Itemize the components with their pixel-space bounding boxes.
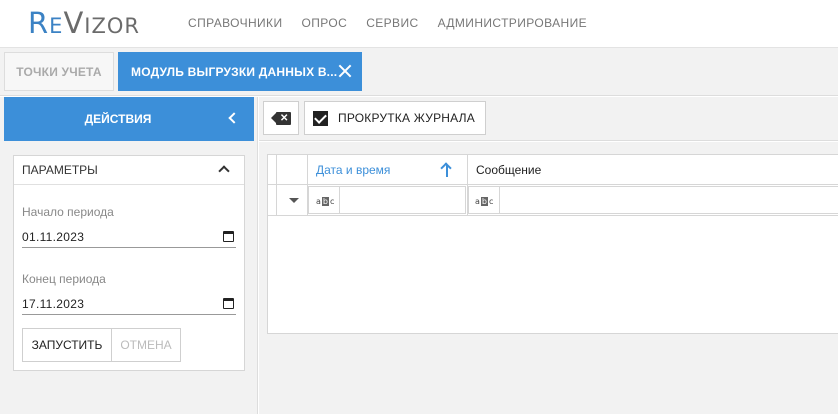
close-icon[interactable]	[337, 63, 353, 79]
end-period-input[interactable]: 17.11.2023	[22, 293, 236, 315]
sort-ascending-icon[interactable]	[440, 162, 453, 178]
tab-data-export-module[interactable]: МОДУЛЬ ВЫГРУЗКИ ДАННЫХ В...	[118, 52, 362, 91]
log-grid: Дата и время Сообщение abc abc	[267, 154, 838, 334]
message-filter-input[interactable]: abc	[468, 186, 838, 214]
backspace-icon: ✕	[271, 111, 291, 125]
column-header-label: Сообщение	[476, 163, 542, 177]
grid-header-row: Дата и время Сообщение	[268, 155, 838, 216]
menu-item-administration[interactable]: АДМИНИСТРИРОВАНИЕ	[438, 16, 587, 30]
params-buttons: ЗАПУСТИТЬ ОТМЕНА	[22, 328, 181, 362]
start-period-label: Начало периода	[22, 205, 114, 219]
top-bar: R E V IZOR СПРАВОЧНИКИ ОПРОС СЕРВИС АДМИНИС…	[0, 0, 838, 48]
tab-label: ТОЧКИ УЧЕТА	[16, 64, 102, 79]
run-button[interactable]: ЗАПУСТИТЬ	[22, 328, 112, 362]
scroll-log-label: ПРОКРУТКА ЖУРНАЛА	[338, 111, 475, 125]
end-period-field: Конец периода 17.11.2023	[22, 272, 236, 315]
main-menu: СПРАВОЧНИКИ ОПРОС СЕРВИС АДМИНИСТРИРОВАН…	[188, 16, 606, 30]
text-filter-icon[interactable]: abc	[316, 195, 334, 207]
datetime-filter-input[interactable]: abc	[308, 186, 466, 214]
app-logo[interactable]: R E V IZOR	[28, 6, 140, 40]
start-period-field: Начало периода 01.11.2023	[22, 205, 236, 248]
end-period-value: 17.11.2023	[22, 296, 85, 311]
parameters-title: ПАРАМЕТРЫ	[22, 163, 98, 177]
tab-label: МОДУЛЬ ВЫГРУЗКИ ДАННЫХ В...	[131, 64, 338, 79]
column-header-message[interactable]: Сообщение	[476, 155, 541, 185]
log-toolbar: ✕ ПРОКРУТКА ЖУРНАЛА	[259, 97, 838, 141]
scroll-log-toggle[interactable]: ПРОКРУТКА ЖУРНАЛА	[304, 101, 486, 135]
actions-panel: ДЕЙСТВИЯ ПАРАМЕТРЫ Начало периода 01.11.…	[0, 97, 258, 414]
calendar-icon[interactable]	[223, 231, 234, 242]
menu-item-poll[interactable]: ОПРОС	[301, 16, 347, 30]
chevron-up-icon[interactable]	[218, 165, 230, 177]
column-header-label: Дата и время	[316, 163, 391, 177]
tabs-bar: ТОЧКИ УЧЕТА МОДУЛЬ ВЫГРУЗКИ ДАННЫХ В...	[0, 48, 838, 96]
end-period-label: Конец периода	[22, 272, 106, 286]
calendar-icon[interactable]	[223, 298, 234, 309]
menu-item-directories[interactable]: СПРАВОЧНИКИ	[188, 16, 282, 30]
start-period-value: 01.11.2023	[22, 229, 85, 244]
parameters-section: ПАРАМЕТРЫ Начало периода 01.11.2023 Коне…	[13, 155, 245, 371]
parameters-header[interactable]: ПАРАМЕТРЫ	[14, 156, 244, 185]
cancel-button[interactable]: ОТМЕНА	[112, 328, 181, 362]
start-period-input[interactable]: 01.11.2023	[22, 226, 236, 248]
clear-log-button[interactable]: ✕	[263, 101, 299, 135]
menu-item-service[interactable]: СЕРВИС	[366, 16, 418, 30]
text-filter-icon[interactable]: abc	[475, 195, 493, 207]
actions-title: ДЕЙСТВИЯ	[84, 112, 152, 126]
column-header-datetime[interactable]: Дата и время	[316, 155, 390, 185]
grid-filter-row: abc abc	[268, 185, 838, 216]
checkbox-checked-icon[interactable]	[313, 110, 328, 126]
dropdown-caret-icon[interactable]	[289, 198, 299, 203]
tab-metering-points[interactable]: ТОЧКИ УЧЕТА	[4, 52, 114, 91]
actions-header[interactable]: ДЕЙСТВИЯ	[4, 97, 254, 141]
